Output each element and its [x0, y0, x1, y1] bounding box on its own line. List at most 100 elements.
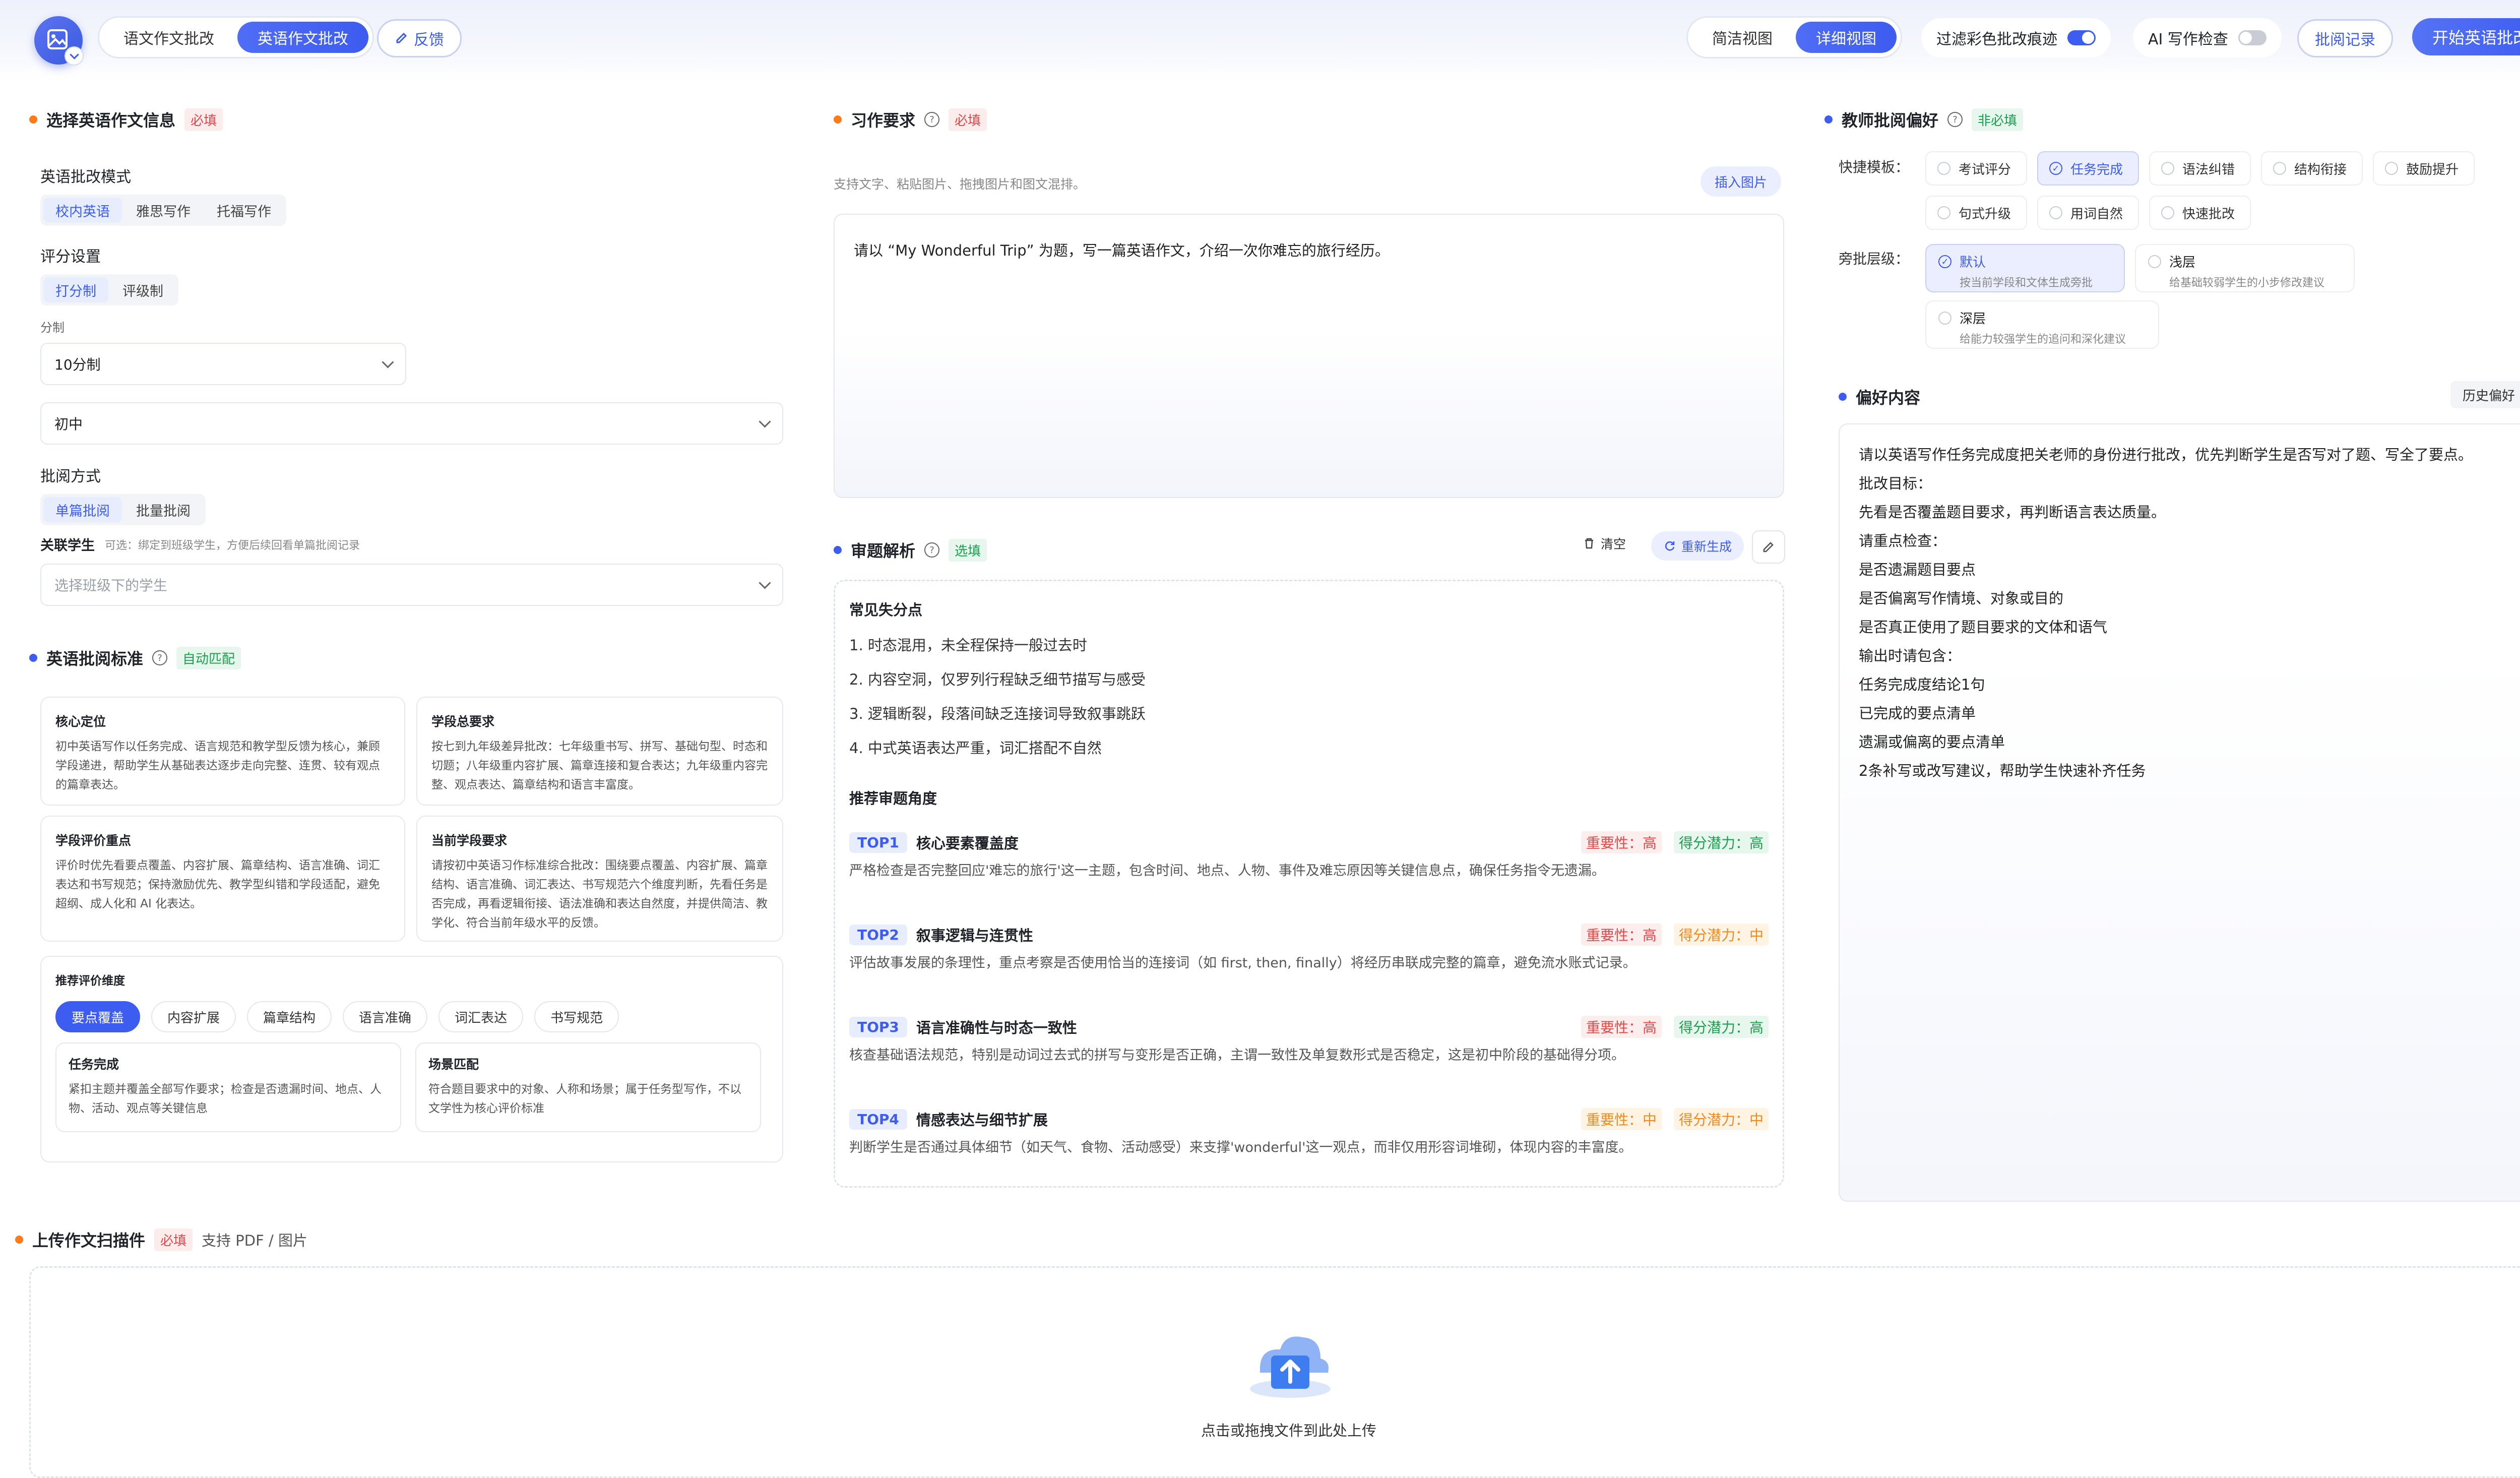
feedback-button[interactable]: 反馈: [377, 19, 462, 57]
chevron-down-icon: [759, 576, 771, 589]
score-scale-select[interactable]: 10分制: [40, 343, 406, 385]
template-chips: 考试评分 ✓ 任务完成 语法纠错 结构衔接 鼓励提升 句式升级 用词自然 快速批改: [1925, 151, 2520, 230]
rank-badge: TOP2: [849, 924, 907, 945]
radio-icon: [1937, 162, 1950, 175]
template-chip[interactable]: 鼓励提升: [2373, 151, 2475, 186]
regenerate-button[interactable]: 重新生成: [1651, 531, 1744, 561]
tab-batch[interactable]: 批量批阅: [124, 497, 203, 522]
student-label: 关联学生: [40, 538, 95, 553]
potential-badge: 得分潜力：中: [1673, 923, 1769, 946]
section-dot-icon: [1824, 115, 1833, 124]
chip-dimension[interactable]: 内容扩展: [151, 1001, 236, 1032]
radio-icon: [2049, 206, 2063, 219]
depth-option-shallow[interactable]: 浅层 给基础较弱学生的小步修改建议: [2135, 244, 2355, 292]
start-grading-button[interactable]: 开始英语批改: [2412, 18, 2520, 55]
help-icon[interactable]: ?: [1947, 112, 1963, 127]
standard-card: 学段评价重点 评价时优先看要点覆盖、内容扩展、篇章结构、语言准确、词汇表达和书写…: [40, 816, 405, 942]
grade-select[interactable]: 初中: [40, 402, 783, 445]
standard-section-title: 英语批阅标准 ? 自动匹配: [29, 646, 241, 669]
dimension-card: 任务完成 紧扣主题并覆盖全部写作要求；检查是否遗漏时间、地点、人物、活动、观点等…: [55, 1042, 401, 1132]
tab-detail-view[interactable]: 详细视图: [1796, 22, 1897, 53]
chip-dimension[interactable]: 要点覆盖: [55, 1001, 141, 1032]
preference-editor[interactable]: 请以英语写作任务完成度把关老师的身份进行批改，优先判断学生是否写对了题、写全了要…: [1839, 423, 2520, 1202]
mistake-item: 3. 逻辑断裂，段落间缺乏连接词导致叙事跳跃: [849, 705, 1146, 722]
depth-option-deep[interactable]: 深层 给能力较强学生的追问和深化建议: [1925, 300, 2159, 349]
chevron-down-icon: [759, 415, 771, 428]
student-select[interactable]: 选择班级下的学生: [40, 564, 783, 606]
history-button[interactable]: 批阅记录: [2297, 19, 2393, 57]
template-chip[interactable]: 语法纠错: [2149, 151, 2251, 186]
standard-card: 核心定位 初中英语写作以任务完成、语言规范和教学型反馈为核心，兼顾学段递进，帮助…: [40, 697, 405, 806]
essay-info-section-title: 选择英语作文信息 必填: [29, 108, 223, 131]
optional-tag: 非必填: [1972, 108, 2024, 131]
template-chip[interactable]: 快速批改: [2149, 196, 2251, 230]
required-tag: 必填: [184, 108, 223, 131]
radio-icon: [1938, 312, 1951, 325]
rank-badge: TOP1: [849, 832, 907, 853]
history-preference-button[interactable]: 历史偏好: [2450, 381, 2520, 408]
view-switch: 简洁视图 详细视图: [1686, 16, 1902, 58]
potential-badge: 得分潜力：中: [1673, 1108, 1769, 1130]
template-chip[interactable]: 结构衔接: [2261, 151, 2363, 186]
template-chip[interactable]: 考试评分: [1925, 151, 2028, 186]
filter-marks-toggle[interactable]: 过滤彩色批改痕迹: [1921, 18, 2111, 57]
upload-dropzone[interactable]: 点击或拖拽文件到此处上传: [29, 1266, 2520, 1478]
chip-dimension[interactable]: 语言准确: [343, 1001, 428, 1032]
help-icon[interactable]: ?: [924, 112, 940, 127]
tab-chinese-essay[interactable]: 语文作文批改: [103, 22, 234, 53]
mistake-item: 1. 时态混用，未全程保持一般过去时: [849, 637, 1087, 654]
depth-option-default[interactable]: ✓ 默认 按当前学段和文体生成旁批: [1925, 244, 2125, 292]
analysis-panel: 常见失分点 1. 时态混用，未全程保持一般过去时 2. 内容空洞，仅罗列行程缺乏…: [834, 580, 1784, 1188]
edit-analysis-button[interactable]: [1752, 530, 1785, 564]
rank-badge: TOP3: [849, 1016, 907, 1037]
tab-rating[interactable]: 评级制: [110, 277, 175, 302]
pencil-icon: [1763, 542, 1774, 552]
template-chip[interactable]: ✓ 任务完成: [2037, 151, 2139, 186]
standard-card: 学段总要求 按七到九年级差异批改：七年级重书写、拼写、基础句型、时态和切题；八年…: [416, 697, 783, 806]
tab-toefl[interactable]: 托福写作: [205, 198, 283, 223]
chip-dimension[interactable]: 词汇表达: [438, 1001, 524, 1032]
template-chip[interactable]: 句式升级: [1925, 196, 2028, 230]
help-icon[interactable]: ?: [152, 650, 168, 665]
help-icon[interactable]: ?: [924, 542, 940, 558]
requirement-editor[interactable]: 请以 “My Wonderful Trip” 为题，写一篇英语作文，介绍一次你难…: [834, 214, 1784, 498]
tab-ielts[interactable]: 雅思写作: [124, 198, 203, 223]
chip-dimension[interactable]: 篇章结构: [247, 1001, 332, 1032]
student-hint: 可选：绑定到班级学生，方便后续回看单篇批阅记录: [105, 539, 360, 552]
importance-badge: 重要性：高: [1581, 1016, 1662, 1038]
importance-badge: 重要性：中: [1581, 1108, 1662, 1130]
ai-check-switch[interactable]: [2238, 30, 2266, 45]
tab-school-english[interactable]: 校内英语: [43, 198, 122, 223]
section-dot-icon: [834, 115, 842, 124]
method-tabs: 单篇批阅 批量批阅: [40, 494, 206, 525]
ai-check-toggle[interactable]: AI 写作检查: [2133, 18, 2282, 57]
radio-icon: [2161, 162, 2175, 175]
section-dot-icon: [1839, 393, 1847, 401]
prompt-text: 请以 “My Wonderful Trip” 为题，写一篇英语作文，介绍一次你难…: [854, 242, 1390, 259]
radio-icon: [1937, 206, 1950, 219]
edit-icon: [396, 32, 407, 43]
angle-item: TOP4 情感表达与细节扩展 重要性：中 得分潜力：中 判断学生是否通过具体细节…: [849, 1108, 1769, 1156]
tab-points[interactable]: 打分制: [43, 277, 108, 302]
mistake-item: 2. 内容空洞，仅罗列行程缺乏细节描写与感受: [849, 671, 1146, 688]
section-dot-icon: [29, 115, 37, 124]
section-dot-icon: [15, 1236, 23, 1244]
clear-button[interactable]: 清空: [1583, 534, 1626, 552]
tab-simple-view[interactable]: 简洁视图: [1692, 22, 1793, 53]
filter-marks-switch[interactable]: [2067, 30, 2096, 45]
mode-switch: 语文作文批改 英语作文批改: [98, 16, 374, 58]
insert-image-button[interactable]: 插入图片: [1700, 166, 1782, 197]
logo-dropdown-icon[interactable]: [65, 46, 84, 66]
chevron-down-icon: [382, 355, 394, 368]
check-icon: ✓: [2049, 162, 2063, 175]
radio-icon: [2273, 162, 2287, 175]
tab-single[interactable]: 单篇批阅: [43, 497, 122, 522]
upload-cloud-icon: [1240, 1313, 1341, 1406]
tab-english-essay[interactable]: 英语作文批改: [237, 22, 368, 53]
mistake-item: 4. 中式英语表达严重，词汇搭配不自然: [849, 740, 1102, 757]
template-chip[interactable]: 用词自然: [2037, 196, 2139, 230]
dimension-title: 推荐评价维度: [55, 974, 125, 988]
chip-dimension[interactable]: 书写规范: [534, 1001, 619, 1032]
angle-item: TOP3 语言准确性与时态一致性 重要性：高 得分潜力：高 核查基础语法规范，特…: [849, 1016, 1769, 1064]
potential-badge: 得分潜力：高: [1673, 831, 1769, 853]
